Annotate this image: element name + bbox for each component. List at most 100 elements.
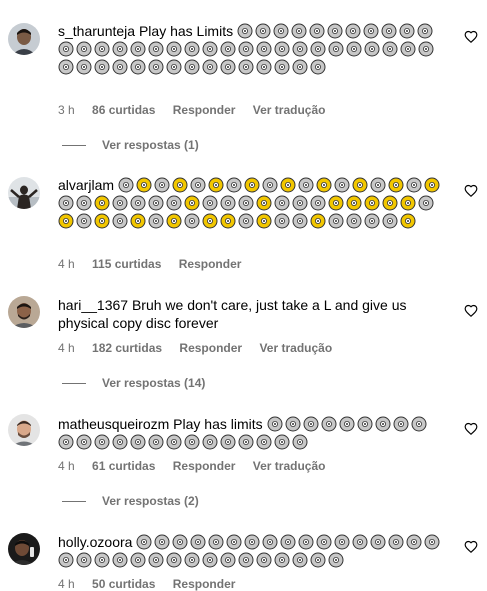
heart-icon[interactable] (464, 304, 478, 318)
disc-emoji-icon (58, 195, 74, 211)
comment-likes[interactable]: 115 curtidas (92, 257, 161, 271)
disc-emoji-icon (94, 434, 110, 450)
disc-emoji-icon (273, 23, 289, 39)
disc-emoji-icon (310, 195, 326, 211)
avatar[interactable] (8, 296, 40, 328)
disc-emoji-icon (388, 534, 404, 550)
comment-body: hari__1367 Bruh we don't care, just take… (58, 296, 444, 332)
disc-emoji-icon (76, 59, 92, 75)
translate-button[interactable]: Ver tradução (259, 341, 332, 355)
disc-emoji-icon (309, 23, 325, 39)
comment-meta: 4 h 182 curtidas Responder Ver tradução (58, 341, 346, 355)
view-replies-label: Ver respostas (1) (102, 138, 199, 152)
disc-emoji-icon (352, 534, 368, 550)
disc-emoji-icon (298, 177, 314, 193)
disc-emoji-icon (256, 59, 272, 75)
disc-emoji-icon (76, 195, 92, 211)
disc-emoji-icon (154, 177, 170, 193)
disc-emoji-icon (94, 195, 110, 211)
heart-icon[interactable] (464, 184, 478, 198)
disc-emoji-icon (328, 41, 344, 57)
disc-emoji-icon (280, 177, 296, 193)
comment-likes[interactable]: 182 curtidas (92, 341, 162, 355)
reply-button[interactable]: Responder (179, 257, 242, 271)
disc-emoji-icon (292, 195, 308, 211)
heart-icon[interactable] (464, 422, 478, 436)
disc-emoji-icon (202, 195, 218, 211)
disc-emoji-icon (130, 434, 146, 450)
translate-button[interactable]: Ver tradução (253, 459, 326, 473)
disc-emoji-icon (58, 552, 74, 568)
view-replies-button[interactable]: Ver respostas (2) (62, 494, 199, 508)
disc-emoji-icon (76, 213, 92, 229)
disc-emoji-icon (130, 552, 146, 568)
disc-emoji-icon (310, 59, 326, 75)
disc-emoji-icon (352, 177, 368, 193)
comment-time: 4 h (58, 257, 75, 271)
disc-emoji-icon (411, 416, 427, 432)
comment-body: holly.ozoora (58, 533, 444, 569)
disc-emoji-icon (190, 534, 206, 550)
comment-likes[interactable]: 61 curtidas (92, 459, 155, 473)
disc-emoji-icon (184, 552, 200, 568)
comment-body: s_tharunteja Play has Limits (58, 22, 444, 76)
disc-emoji-icon (136, 177, 152, 193)
disc-emoji-icon (256, 434, 272, 450)
disc-emoji-icon (424, 177, 440, 193)
reply-button[interactable]: Responder (179, 341, 242, 355)
translate-button[interactable]: Ver tradução (253, 103, 326, 117)
view-replies-button[interactable]: Ver respostas (1) (62, 138, 199, 152)
disc-emoji-icon (202, 41, 218, 57)
disc-emoji-icon (166, 59, 182, 75)
disc-emoji-icon (184, 213, 200, 229)
disc-emoji-icon (274, 434, 290, 450)
disc-emoji-icon (184, 195, 200, 211)
comment-meta: 4 h 115 curtidas Responder (58, 257, 255, 271)
disc-emoji-icon (345, 23, 361, 39)
disc-emoji-icon (202, 552, 218, 568)
disc-emoji-icon (112, 59, 128, 75)
reply-button[interactable]: Responder (173, 459, 236, 473)
disc-emoji-icon (256, 41, 272, 57)
reply-button[interactable]: Responder (173, 103, 236, 117)
disc-emoji-icon (94, 552, 110, 568)
comment-username[interactable]: hari__1367 (58, 297, 128, 313)
disc-emoji-icon (381, 23, 397, 39)
disc-emoji-icon (291, 23, 307, 39)
heart-icon[interactable] (464, 30, 478, 44)
comment-username[interactable]: alvarjlam (58, 177, 114, 193)
disc-emoji-icon (292, 552, 308, 568)
disc-emoji-icon (226, 177, 242, 193)
disc-emoji-icon (76, 434, 92, 450)
disc-emoji-icon (238, 434, 254, 450)
comment-likes[interactable]: 86 curtidas (92, 103, 155, 117)
comment-body: matheusqueirozm Play has limits (58, 415, 444, 451)
disc-emoji-icon (364, 195, 380, 211)
comment-meta: 3 h 86 curtidas Responder Ver tradução (58, 103, 339, 117)
disc-emoji-icon (118, 177, 134, 193)
comment-username[interactable]: holly.ozoora (58, 534, 132, 550)
avatar[interactable] (8, 414, 40, 446)
disc-emoji-icon (202, 213, 218, 229)
disc-emoji-icon (316, 534, 332, 550)
comment-emojis (58, 177, 442, 229)
disc-emoji-icon (310, 552, 326, 568)
disc-emoji-icon (298, 534, 314, 550)
disc-emoji-icon (238, 59, 254, 75)
avatar[interactable] (8, 533, 40, 565)
disc-emoji-icon (262, 534, 278, 550)
avatar[interactable] (8, 177, 40, 209)
disc-emoji-icon (424, 534, 440, 550)
disc-emoji-icon (328, 195, 344, 211)
comment-username[interactable]: s_tharunteja (58, 23, 135, 39)
disc-emoji-icon (274, 59, 290, 75)
disc-emoji-icon (364, 213, 380, 229)
disc-emoji-icon (148, 195, 164, 211)
avatar[interactable] (8, 23, 40, 55)
view-replies-button[interactable]: Ver respostas (14) (62, 376, 205, 390)
disc-emoji-icon (130, 213, 146, 229)
comment-meta: 4 h 61 curtidas Responder Ver tradução (58, 459, 339, 473)
comment-username[interactable]: matheusqueirozm (58, 416, 169, 432)
disc-emoji-icon (303, 416, 319, 432)
heart-icon[interactable] (464, 540, 478, 554)
